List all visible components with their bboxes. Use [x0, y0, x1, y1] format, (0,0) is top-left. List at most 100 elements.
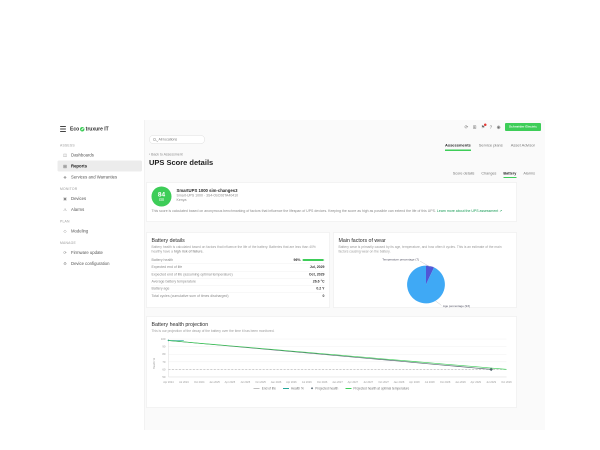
sidebar-item-label: Devices — [71, 196, 86, 201]
detail-label: Average battery temperature — [152, 280, 196, 284]
sidebar-item-firmware-update[interactable]: ⟳Firmware update — [58, 247, 143, 258]
firmware-update-icon: ⟳ — [63, 250, 68, 255]
legend-diamond-icon: ◆ — [311, 387, 313, 390]
sidebar-item-modeling[interactable]: ◇Modeling — [58, 226, 143, 237]
app-window: Ecotruxure IT Assess◫Dashboards▤Reports◈… — [55, 120, 545, 430]
score-description: This score is calculated based on anonym… — [152, 209, 512, 214]
sidebar-item-label: Firmware update — [71, 250, 103, 255]
sidebar: Ecotruxure IT Assess◫Dashboards▤Reports◈… — [55, 120, 145, 430]
help-icon[interactable]: ? — [490, 125, 493, 130]
wear-card-description: Battery wear is primarily caused by its … — [339, 246, 512, 255]
svg-text:100: 100 — [161, 337, 166, 341]
subtab-changes[interactable]: Changes — [481, 171, 496, 178]
tab-service-plans[interactable]: Service plans — [479, 143, 503, 151]
services-icon: ◈ — [63, 175, 68, 180]
svg-text:Oct 2025: Oct 2025 — [255, 380, 266, 384]
sidebar-section-monitor: Monitor — [55, 183, 145, 194]
pie-slice-age-percentage-93 — [407, 265, 445, 303]
battery-detail-row: Battery health96% — [152, 257, 325, 264]
sidebar-item-device-configuration[interactable]: ⚙Device configuration — [58, 258, 143, 269]
projection-card: Battery health projection This is our pr… — [146, 316, 517, 408]
subtab-score-details[interactable]: Score details — [453, 171, 475, 178]
sidebar-item-services-and-warranties[interactable]: ◈Services and Warranties — [58, 172, 143, 183]
projection-title: Battery health projection — [152, 322, 512, 328]
apps-grid-icon[interactable]: ⊞ — [473, 125, 477, 130]
detail-value: 96% — [293, 258, 324, 262]
legend-end-of-life[interactable]: End of life — [254, 387, 276, 391]
sidebar-header: Eco truxure IT — [55, 120, 145, 139]
pie-label-temperature: Temperature percentage (7) — [382, 258, 419, 262]
modeling-icon: ◇ — [63, 229, 68, 234]
battery-detail-row: Total cycles (cumulative sum of times di… — [152, 292, 325, 299]
svg-text:Jan 2027: Jan 2027 — [332, 380, 343, 384]
score-description-text: This score is calculated based on anonym… — [152, 210, 436, 214]
device-configuration-icon: ⚙ — [63, 261, 68, 266]
subtab-alarms[interactable]: Alarms — [523, 171, 535, 178]
svg-text:Oct 2024: Oct 2024 — [194, 380, 205, 384]
svg-text:Apr 2027: Apr 2027 — [348, 380, 359, 384]
svg-text:Apr 2028: Apr 2028 — [409, 380, 420, 384]
svg-text:Apr 2024: Apr 2024 — [163, 380, 174, 384]
sidebar-section-assess: Assess — [55, 139, 145, 150]
detail-value: Jul, 2029 — [310, 266, 325, 270]
detail-value: 0.2 Y — [316, 287, 324, 291]
legend-projected-health[interactable]: ◆Projected health — [311, 387, 338, 391]
legend-label: Projected health at optimal temperature — [353, 387, 409, 391]
notifications-icon[interactable]: ⚑ — [481, 125, 485, 130]
logo-text-rest: truxure IT — [86, 126, 109, 132]
secondary-tabs: Score details Changes Battery Alarms — [453, 171, 535, 178]
sidebar-item-label: Dashboards — [71, 153, 94, 158]
detail-value: Oct, 2029 — [309, 273, 325, 277]
legend-label: Health % — [291, 387, 304, 391]
external-link-icon: ↗ — [499, 210, 502, 214]
svg-text:Jul 2026: Jul 2026 — [302, 380, 312, 384]
legend-health[interactable]: Health % — [283, 387, 304, 391]
sidebar-item-label: Alarms — [71, 207, 84, 212]
primary-tabs: Assessments Service plans Asset Advisor — [445, 143, 535, 151]
subtab-battery[interactable]: Battery — [503, 171, 516, 178]
refresh-icon[interactable]: ⟳ — [464, 125, 468, 130]
reports-icon: ▤ — [63, 164, 68, 169]
svg-text:Jul 2025: Jul 2025 — [240, 380, 250, 384]
user-avatar-icon[interactable]: ◉ — [497, 125, 501, 130]
page: Ecotruxure IT Assess◫Dashboards▤Reports◈… — [0, 0, 600, 450]
sidebar-item-label: Services and Warranties — [71, 175, 117, 180]
device-location: Kenya — [177, 199, 239, 203]
detail-label: Expected end of life (assuming optimal t… — [152, 273, 233, 277]
svg-text:Oct 2027: Oct 2027 — [378, 380, 389, 384]
svg-text:Apr 2029: Apr 2029 — [471, 380, 482, 384]
devices-icon: ▣ — [63, 196, 68, 201]
schneider-electric-logo[interactable]: Schneider Electric — [505, 123, 541, 131]
learn-more-link[interactable]: Learn more about the UPS assessment ↗ — [437, 210, 502, 214]
tab-asset-advisor[interactable]: Asset Advisor — [511, 143, 535, 151]
tab-assessments[interactable]: Assessments — [445, 143, 471, 151]
battery-detail-row: Battery age0.2 Y — [152, 285, 325, 292]
back-link[interactable]: ‹ Back to Assessment — [149, 153, 183, 157]
sidebar-nav: Assess◫Dashboards▤Reports◈Services and W… — [55, 139, 145, 269]
device-name: SmartUPS 1000 sim-changes3 — [177, 188, 239, 193]
chart-legend: End of life Health % ◆Projected health Proj… — [152, 387, 512, 391]
detail-label: Total cycles (cumulative sum of times di… — [152, 294, 229, 298]
svg-text:Jan 2026: Jan 2026 — [271, 380, 282, 384]
pie-label-age: Age percentage (93) — [443, 304, 470, 308]
sidebar-item-alarms[interactable]: ⚠Alarms — [58, 204, 143, 215]
sidebar-item-dashboards[interactable]: ◫Dashboards — [58, 150, 143, 161]
battery-details-description: Battery health is calculated based on fa… — [152, 246, 325, 255]
notification-badge — [484, 123, 487, 126]
wear-factors-card: Main factors of wear Battery wear is pri… — [333, 232, 517, 308]
svg-text:70: 70 — [162, 360, 166, 364]
legend-projected-health-at-optimal-temperature[interactable]: Projected health at optimal temperature — [345, 387, 409, 391]
page-title: UPS Score details — [149, 159, 213, 168]
svg-text:Jan 2025: Jan 2025 — [209, 380, 220, 384]
hamburger-menu-icon[interactable] — [60, 126, 66, 132]
logo-text-prefix: Eco — [70, 126, 79, 132]
svg-text:Apr 2025: Apr 2025 — [225, 380, 236, 384]
legend-line-icon — [254, 388, 260, 389]
sidebar-item-devices[interactable]: ▣Devices — [58, 193, 143, 204]
sidebar-item-reports[interactable]: ▤Reports — [58, 161, 143, 172]
search-input[interactable] — [159, 138, 202, 142]
detail-value: 0 — [323, 294, 325, 298]
device-model-serial: Smart-UPS 1000 · 3S4-0SC06TA40410 — [177, 194, 239, 198]
sidebar-section-plan: Plan — [55, 215, 145, 226]
ups-score-badge: 84 100 — [152, 187, 172, 207]
